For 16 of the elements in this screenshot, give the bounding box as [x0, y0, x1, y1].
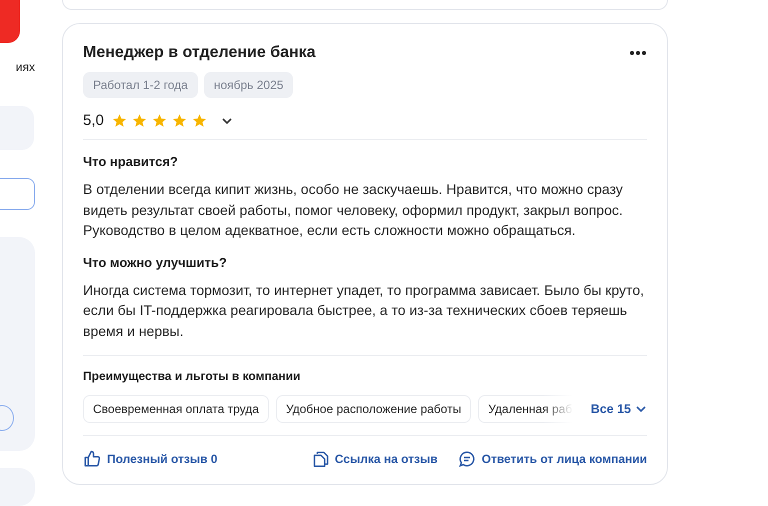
review-tag: Работал 1-2 года — [83, 72, 198, 98]
benefit-chip: Удобное расположение работы — [276, 395, 472, 423]
show-all-button[interactable]: Все 15 — [590, 402, 647, 416]
review-text: В отделении всегда кипит жизнь, особо не заскучаешь. Нравится, что можно сразу видеть результат своей работы, помог человеку, оформил продукт, закрыл вопрос. Руководство в целом адекватное, если есть сложности можно обращаться. — [83, 180, 624, 240]
sidebar-text: иях — [16, 60, 35, 74]
like-button[interactable]: Полезный отзыв 0 — [83, 450, 218, 468]
rating-value: 5,0 — [83, 112, 104, 129]
review-text: Иногда система тормозит, то интернет упадет, то программа зависает. Было бы круто, если бы IT-поддержка реагировала быстрее, а то из-за технических сбоев теряешь время и нервы. — [83, 280, 645, 341]
section-heading: Что нравится? — [83, 154, 179, 169]
benefit-chip: Своевременная оплата труда — [83, 395, 269, 423]
benefits-title: Преимущества и льготы в компании — [83, 369, 302, 383]
link-button[interactable]: Ссылка на отзыв — [312, 450, 438, 468]
review-title: Менеджер в отделение банка — [83, 44, 316, 62]
section-heading: Что можно улучшить? — [83, 254, 228, 270]
review-tag: ноябрь 2025 — [204, 72, 294, 98]
reply-button[interactable]: Ответить от лица компании — [458, 450, 647, 468]
